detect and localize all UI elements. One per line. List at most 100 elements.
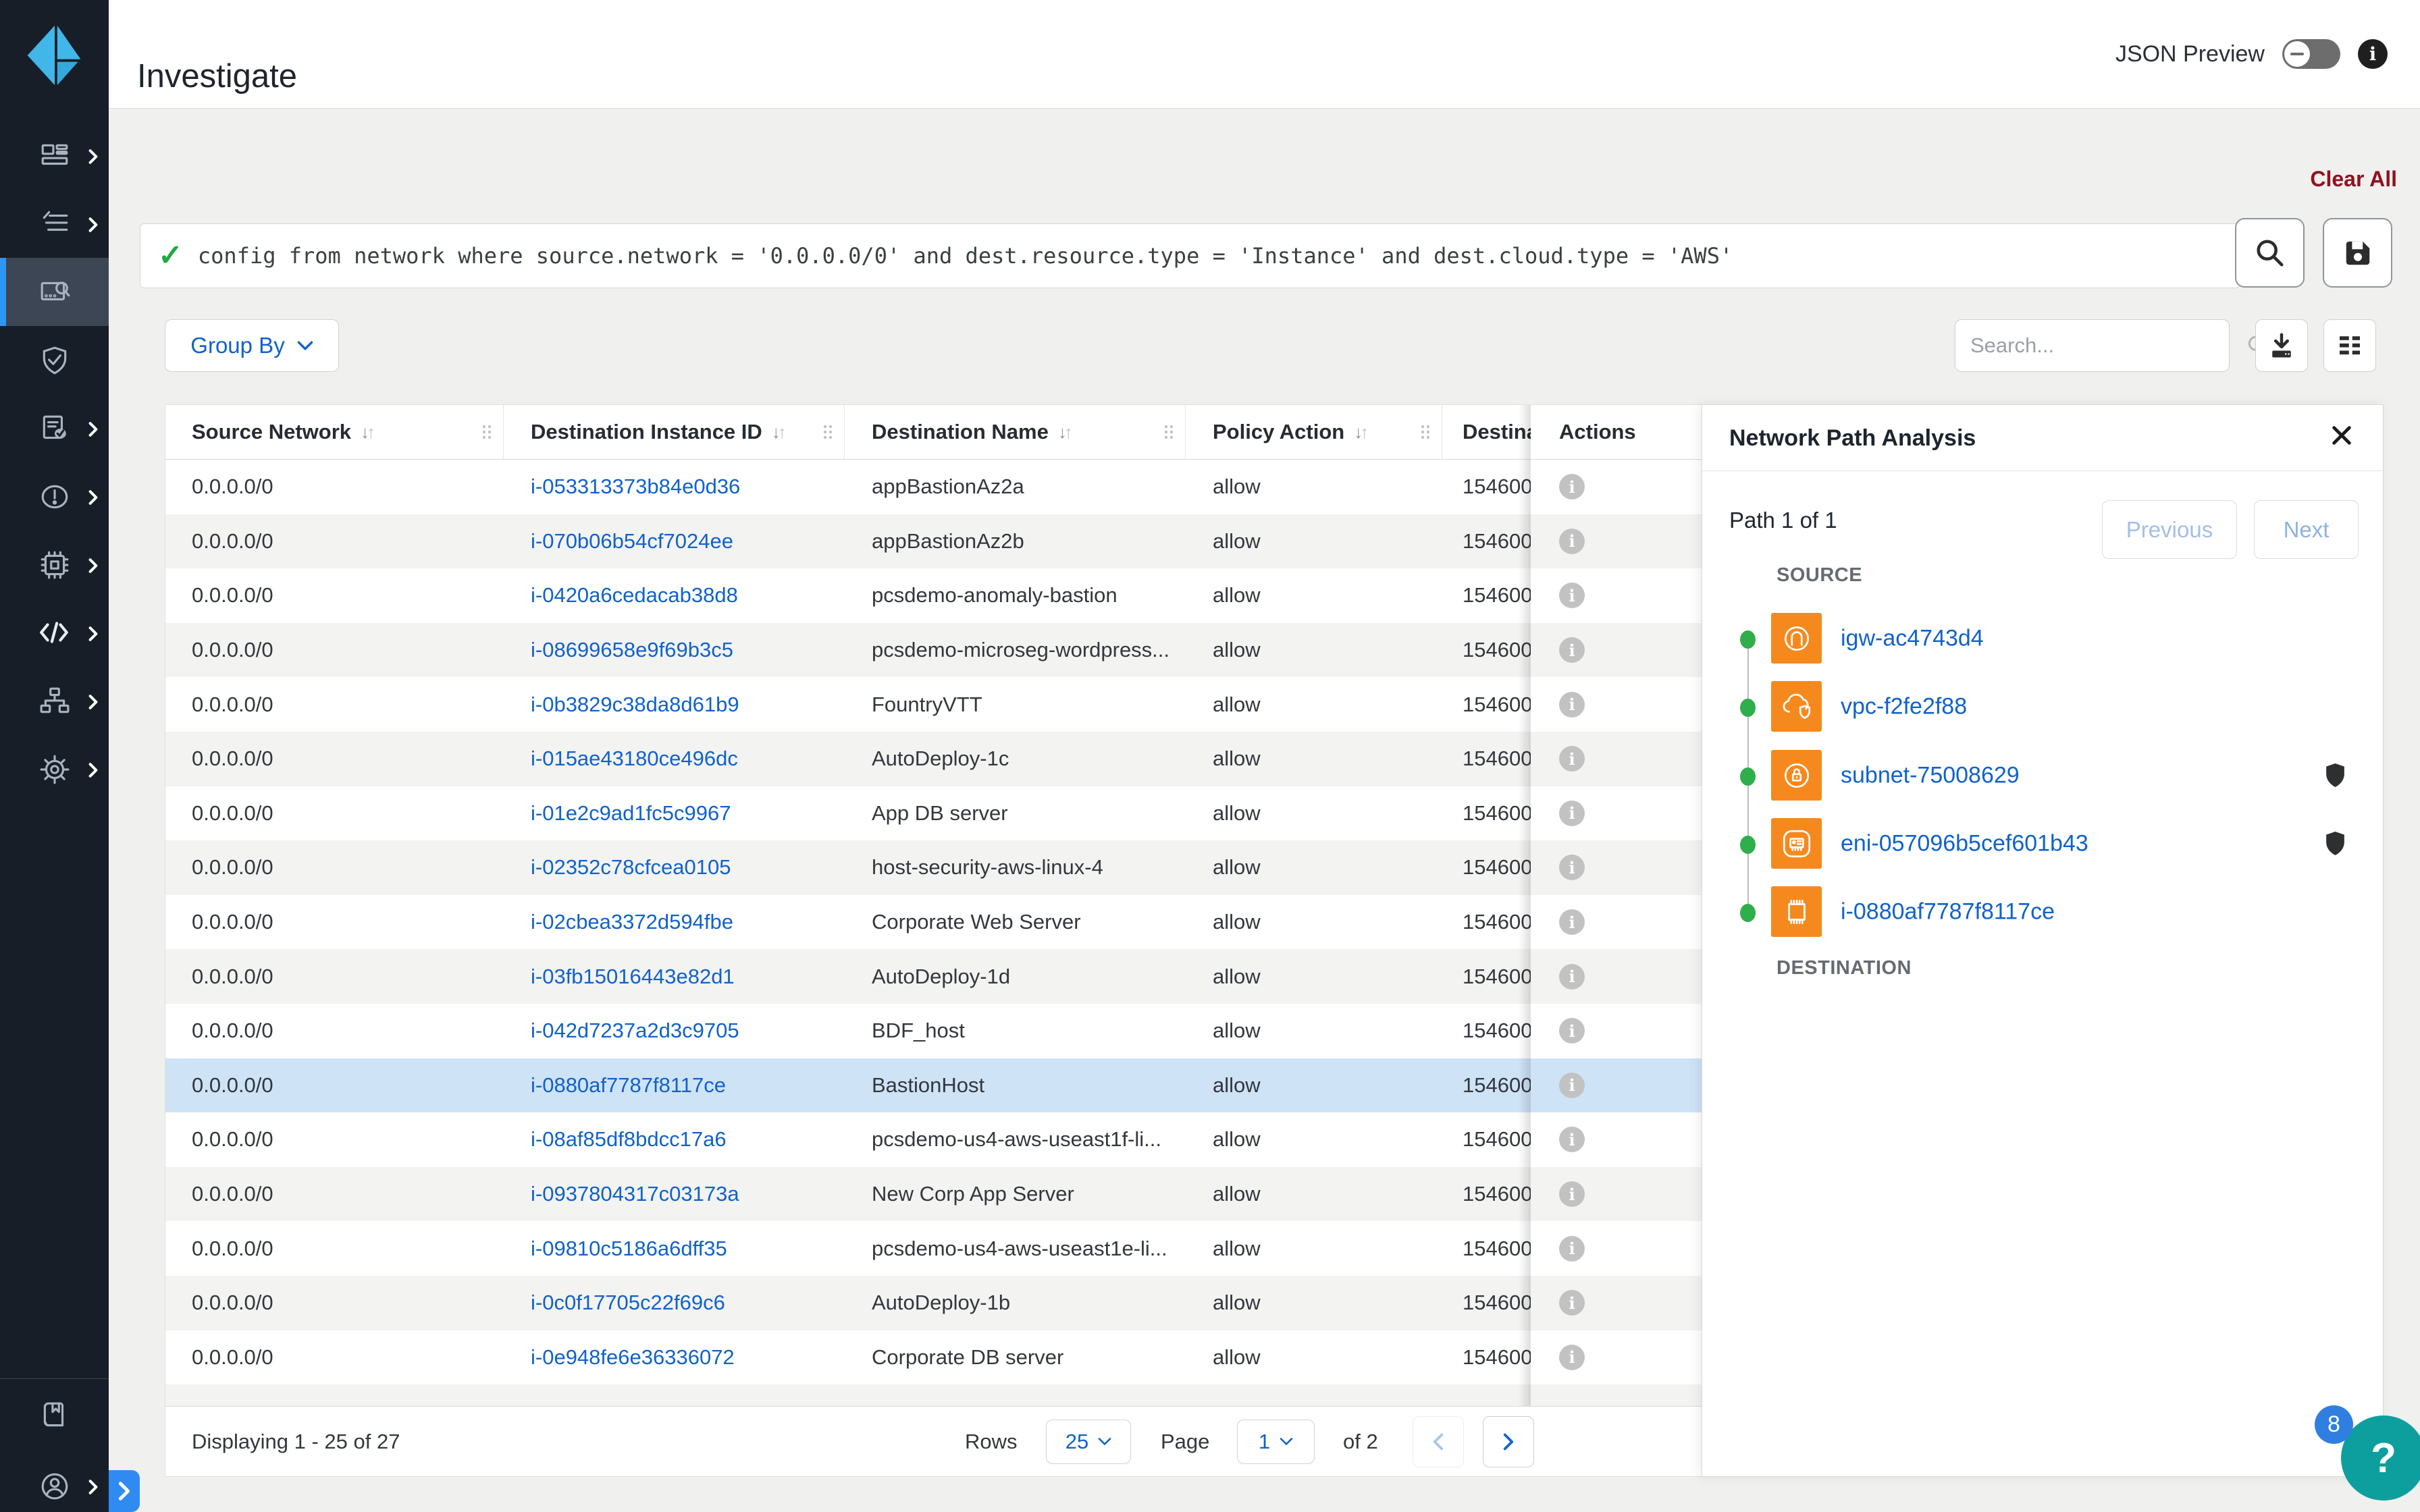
sidebar-item-dashboard[interactable] — [0, 122, 109, 190]
sort-icon[interactable]: ↓↑ — [361, 422, 375, 443]
node-link[interactable]: vpc-f2fe2f88 — [1841, 693, 1967, 720]
row-info-icon[interactable]: i — [1559, 1018, 1585, 1044]
row-info-icon[interactable]: i — [1559, 474, 1585, 500]
instance-id-link[interactable]: i-015ae43180ce496dc — [531, 747, 738, 771]
instance-id-link[interactable]: i-053313373b84e0d36 — [531, 475, 740, 499]
row-info-icon[interactable]: i — [1559, 800, 1585, 826]
sidebar — [0, 0, 109, 1512]
row-info-icon[interactable]: i — [1559, 691, 1585, 718]
next-path-button[interactable]: Next — [2254, 500, 2359, 559]
prisma-cloud-logo[interactable] — [0, 15, 109, 96]
row-info-icon[interactable]: i — [1559, 855, 1585, 881]
column-header-destination-instance-id[interactable]: Destination Instance ID ↓↑ — [504, 405, 845, 459]
security-group-shield-icon[interactable] — [2325, 763, 2346, 791]
help-button[interactable]: ? — [2341, 1415, 2420, 1501]
instance-id-link[interactable]: i-01e2c9ad1fc5c9967 — [531, 801, 731, 826]
info-icon[interactable]: i — [2358, 39, 2388, 69]
sidebar-item-code-security[interactable] — [0, 599, 109, 667]
drag-handle-icon[interactable] — [824, 425, 832, 439]
cell-destination-instance-id: i-08699658e9f69b3c5 — [504, 623, 845, 678]
node-link[interactable]: igw-ac4743d4 — [1841, 625, 1984, 651]
instance-id-link[interactable]: i-08af85df8bdcc17a6 — [531, 1127, 727, 1152]
sidebar-item-investigate[interactable] — [0, 258, 109, 326]
node-link[interactable]: eni-057096b5cef601b43 — [1841, 830, 2088, 857]
rows-per-page-select[interactable]: 25 — [1046, 1419, 1131, 1464]
row-info-icon[interactable]: i — [1559, 963, 1585, 990]
next-page-button[interactable] — [1483, 1415, 1534, 1467]
row-info-icon[interactable]: i — [1559, 1127, 1585, 1153]
clear-all-link[interactable]: Clear All — [2310, 167, 2397, 192]
drag-handle-icon[interactable] — [1421, 425, 1429, 439]
row-info-icon[interactable]: i — [1559, 528, 1585, 554]
sort-icon[interactable]: ↓↑ — [1058, 422, 1073, 443]
instance-id-link[interactable]: i-0937804317c03173a — [531, 1182, 739, 1206]
security-group-shield-icon[interactable] — [2325, 831, 2346, 859]
query-input-bar[interactable]: ✓ config from network where source.netwo… — [140, 223, 2240, 288]
page-select[interactable]: 1 — [1237, 1419, 1315, 1464]
json-preview-toggle[interactable] — [2282, 39, 2340, 69]
sidebar-item-policies[interactable] — [0, 326, 109, 394]
sidebar-item-docs[interactable] — [0, 1385, 109, 1447]
row-info-icon[interactable]: i — [1559, 1344, 1585, 1370]
instance-id-link[interactable]: i-02cbea3372d594fbe — [531, 910, 733, 934]
run-search-button[interactable] — [2235, 218, 2305, 288]
previous-page-button[interactable] — [1413, 1415, 1464, 1467]
chevron-down-icon — [1280, 1438, 1293, 1445]
sidebar-item-inventory[interactable] — [0, 190, 109, 258]
sidebar-item-compliance[interactable] — [0, 394, 109, 462]
row-info-icon[interactable]: i — [1559, 1181, 1585, 1208]
row-info-icon[interactable]: i — [1559, 637, 1585, 664]
group-by-button[interactable]: Group By — [165, 319, 339, 372]
table-search-input[interactable] — [1955, 333, 2246, 358]
previous-path-button[interactable]: Previous — [2102, 500, 2237, 559]
column-header-source-network[interactable]: Source Network ↓↑ — [165, 405, 504, 459]
row-info-icon[interactable]: i — [1559, 746, 1585, 772]
column-header-destination-name[interactable]: Destination Name ↓↑ — [845, 405, 1186, 459]
instance-id-link[interactable]: i-0e948fe6e36336072 — [531, 1345, 735, 1370]
instance-id-link[interactable]: i-03fb15016443e82d1 — [531, 965, 735, 989]
destination-section-label: DESTINATION — [1777, 957, 1912, 979]
instance-id-link[interactable]: i-09810c5186a6dff35 — [531, 1237, 727, 1261]
instance-id-link[interactable]: i-08699658e9f69b3c5 — [531, 638, 733, 662]
column-header-destination-truncated[interactable]: Destina — [1442, 405, 1531, 459]
row-info-icon[interactable]: i — [1559, 583, 1585, 609]
cell-destination-truncated: 154600 — [1463, 1182, 1531, 1206]
sidebar-item-alerts[interactable] — [0, 462, 109, 531]
save-search-button[interactable] — [2323, 218, 2392, 288]
cell-source-network: 0.0.0.0/0 — [192, 638, 273, 662]
sort-icon[interactable]: ↓↑ — [772, 422, 787, 443]
instance-id-link[interactable]: i-070b06b54cf7024ee — [531, 529, 733, 554]
cell-actions: i — [1531, 1221, 1702, 1276]
row-info-icon[interactable]: i — [1559, 909, 1585, 936]
sort-icon[interactable]: ↓↑ — [1354, 422, 1369, 443]
sidebar-item-settings[interactable] — [0, 735, 109, 803]
sidebar-item-compute[interactable] — [0, 531, 109, 599]
chevron-right-icon — [88, 626, 98, 641]
cell-destination-instance-id: i-042d7237a2d3c9705 — [504, 1004, 845, 1058]
close-panel-button[interactable] — [2330, 424, 2353, 450]
sidebar-item-profile[interactable] — [0, 1455, 109, 1512]
instance-id-link[interactable]: i-0b3829c38da8d61b9 — [531, 693, 739, 717]
internet-gateway-icon — [1771, 613, 1822, 664]
rows-label: Rows — [965, 1429, 1018, 1453]
download-button[interactable] — [2255, 319, 2308, 372]
instance-id-link[interactable]: i-0420a6cedacab38d8 — [531, 583, 738, 608]
instance-id-link[interactable]: i-0c0f17705c22f69c6 — [531, 1291, 725, 1315]
instance-id-link[interactable]: i-042d7237a2d3c9705 — [531, 1019, 739, 1043]
sidebar-item-network[interactable] — [0, 667, 109, 735]
row-info-icon[interactable]: i — [1559, 1072, 1585, 1098]
sidebar-expand-button[interactable] — [109, 1470, 140, 1512]
query-text[interactable]: config from network where source.network… — [198, 243, 1733, 269]
column-header-policy-action[interactable]: Policy Action ↓↑ — [1186, 405, 1442, 459]
cell-actions: i — [1531, 622, 1702, 678]
node-link[interactable]: subnet-75008629 — [1841, 762, 2020, 788]
drag-handle-icon[interactable] — [1165, 425, 1173, 439]
instance-id-link[interactable]: i-0880af7787f8117ce — [531, 1073, 726, 1098]
row-info-icon[interactable]: i — [1559, 1235, 1585, 1262]
row-info-icon[interactable]: i — [1559, 1290, 1585, 1316]
node-link[interactable]: i-0880af7787f8117ce — [1841, 898, 2055, 925]
drag-handle-icon[interactable] — [483, 425, 491, 439]
column-settings-button[interactable] — [2323, 319, 2376, 372]
instance-id-link[interactable]: i-02352c78cfcea0105 — [531, 855, 731, 880]
cell-destination-truncated: 154600 — [1463, 801, 1531, 825]
